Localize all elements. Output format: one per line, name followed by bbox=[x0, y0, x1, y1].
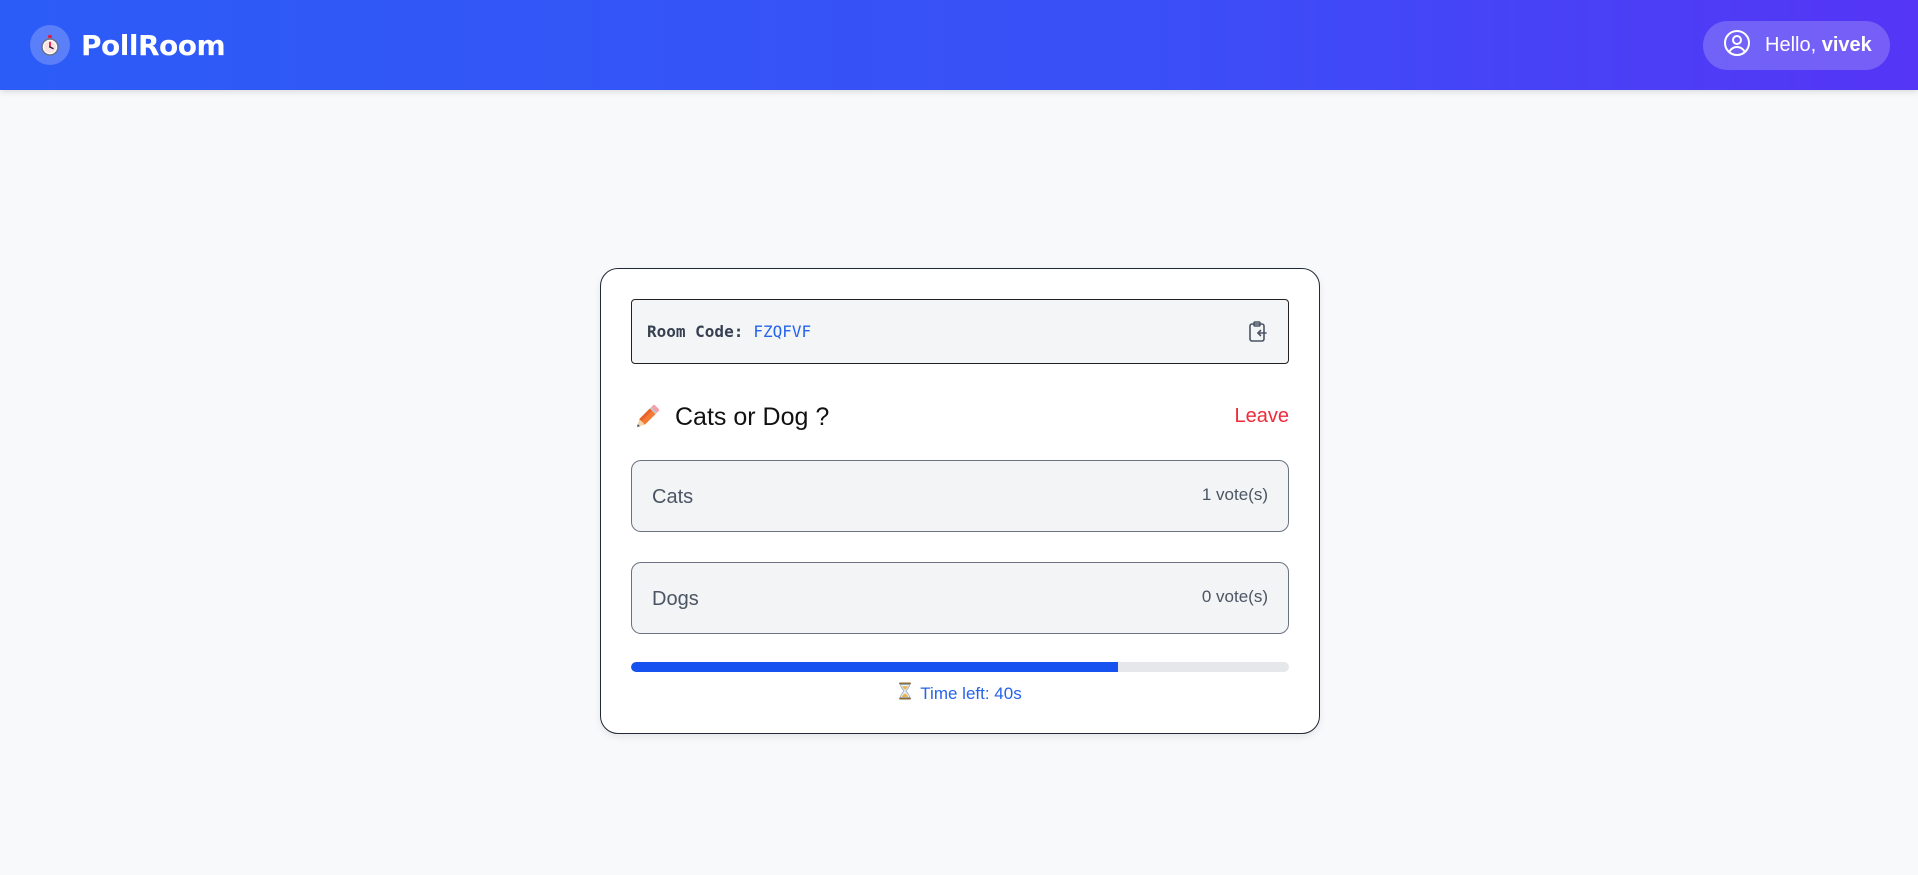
hourglass-icon bbox=[898, 682, 912, 705]
leave-button[interactable]: Leave bbox=[1235, 405, 1290, 428]
timer: Time left: 40s bbox=[601, 682, 1319, 705]
room-code-box: Room Code: FZQFVF bbox=[631, 299, 1289, 364]
brand-name: PollRoom bbox=[81, 28, 226, 62]
option-label: Dogs bbox=[652, 588, 699, 610]
poll-option-cats[interactable]: Cats 1 vote(s) bbox=[631, 460, 1289, 532]
option-label: Cats bbox=[652, 486, 694, 508]
user-menu-button[interactable]: Hello, vivek bbox=[1703, 21, 1890, 70]
room-code-label: Room Code: bbox=[647, 322, 744, 341]
poll-header: Cats or Dog ? Leave bbox=[631, 397, 1289, 437]
poll-title: Cats or Dog ? bbox=[675, 402, 830, 431]
timer-progress-bar bbox=[631, 662, 1289, 672]
poll-card: Room Code: FZQFVF Cats or Dog ? Leave Ca… bbox=[600, 268, 1320, 734]
user-circle-icon bbox=[1723, 29, 1751, 63]
stopwatch-icon bbox=[30, 25, 70, 65]
top-navbar: PollRoom Hello, vivek bbox=[0, 0, 1918, 90]
timer-label: Time left: 40s bbox=[920, 683, 1022, 703]
poll-option-dogs[interactable]: Dogs 0 vote(s) bbox=[631, 562, 1289, 634]
user-name: vivek bbox=[1821, 34, 1872, 56]
user-greeting: Hello, vivek bbox=[1765, 34, 1872, 56]
copy-clipboard-icon[interactable] bbox=[1246, 320, 1270, 344]
option-vote-count: 1 vote(s) bbox=[1201, 485, 1268, 504]
pencil-icon bbox=[631, 401, 663, 433]
room-code-value: FZQFVF bbox=[753, 322, 812, 341]
option-vote-count: 0 vote(s) bbox=[1201, 587, 1268, 606]
brand[interactable]: PollRoom bbox=[30, 25, 226, 65]
timer-progress-fill bbox=[631, 662, 1118, 672]
